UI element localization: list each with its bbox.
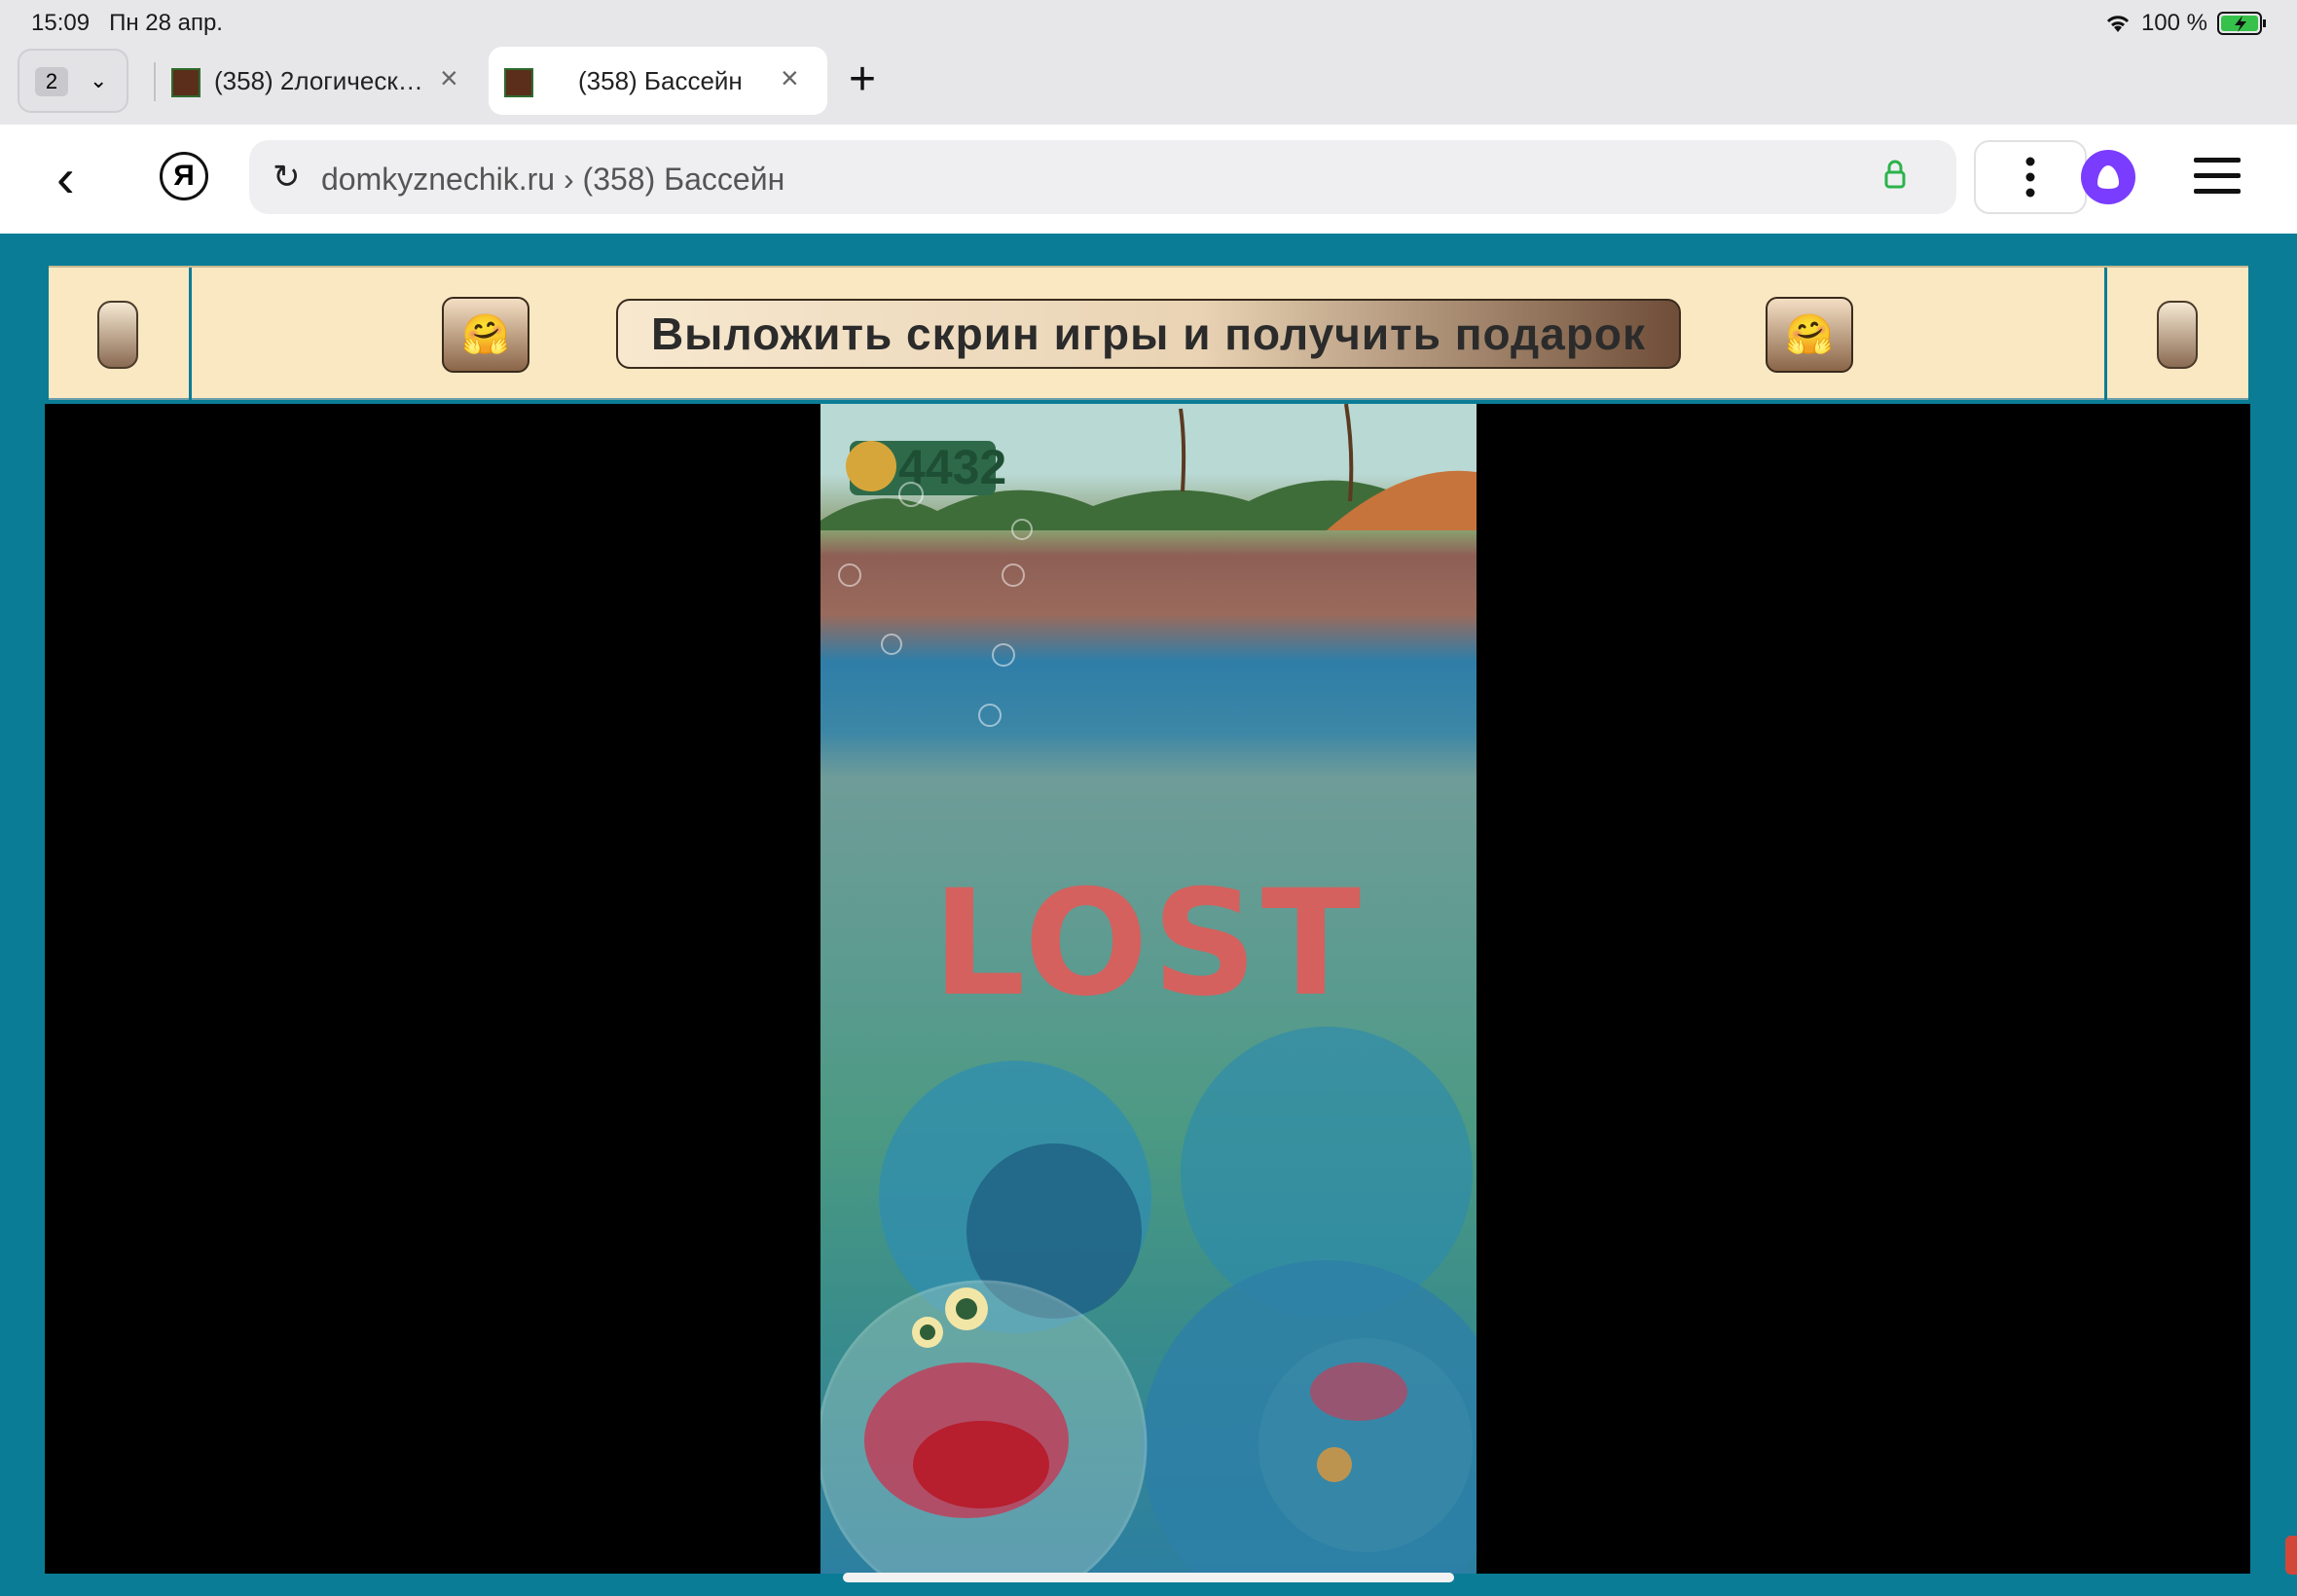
status-bar: 15:09 Пн 28 апр. 100 % — [0, 0, 2297, 45]
more-vertical-icon[interactable] — [1974, 140, 2087, 214]
tab-count-button[interactable]: 2 ⌄ — [18, 49, 128, 113]
banner-divider — [2104, 268, 2107, 400]
air-bubble — [1011, 519, 1033, 540]
air-bubble — [978, 704, 1002, 727]
screenshot-gift-button[interactable]: Выложить скрин игры и получить подарок — [616, 299, 1681, 369]
url-text[interactable]: domkyznechik.ru › (358) Бассейн — [321, 162, 784, 198]
tab-label: (358) 2логическ… — [214, 66, 423, 95]
wifi-icon — [2106, 16, 2130, 32]
battery-charging-icon — [2217, 12, 2266, 35]
close-icon[interactable]: × — [781, 60, 799, 96]
battery-percent: 100 % — [2140, 10, 2207, 36]
banner-pill-left — [97, 301, 138, 369]
lock-icon[interactable] — [1884, 160, 1906, 189]
tab-bar: 2 ⌄ (358) 2логическ… × (358) Бассейн × + — [0, 45, 2297, 125]
creature-bubbles — [820, 1027, 1477, 1574]
coin-icon — [846, 441, 896, 491]
home-indicator[interactable] — [843, 1573, 1454, 1582]
status-time: 15:09 Пн 28 апр. — [31, 10, 223, 36]
air-bubble — [1002, 563, 1025, 587]
browser-toolbar: ‹ Я ↻ domkyznechik.ru › (358) Бассейн — [0, 125, 2297, 234]
address-bar[interactable]: ↻ domkyznechik.ru › (358) Бассейн — [249, 140, 1956, 214]
promo-banner: 🤗 Выложить скрин игры и получить подарок… — [49, 266, 2248, 400]
favicon-icon — [171, 68, 201, 97]
chevron-down-icon: ⌄ — [90, 68, 108, 92]
air-bubble — [992, 643, 1015, 667]
chevron-left-icon[interactable]: ‹ — [56, 146, 75, 209]
tab-pool[interactable]: (358) Бассейн × — [489, 47, 827, 115]
lost-message: LOST — [931, 859, 1366, 1029]
tab-count: 2 — [35, 67, 68, 96]
status-right: 100 % — [2104, 10, 2268, 37]
banner-divider — [189, 268, 192, 400]
new-tab-icon[interactable]: + — [849, 53, 876, 106]
banner-pill-right — [2157, 301, 2198, 369]
hug-emoji-icon[interactable]: 🤗 — [1766, 297, 1853, 373]
edge-widget[interactable] — [2285, 1536, 2297, 1575]
air-bubble — [898, 482, 924, 507]
air-bubble — [838, 563, 861, 587]
hamburger-icon[interactable] — [2194, 158, 2241, 204]
alice-icon[interactable] — [2081, 150, 2135, 204]
status-date: Пн 28 апр. — [109, 10, 223, 36]
tab-label: (358) Бассейн — [578, 66, 743, 95]
favicon-icon — [504, 68, 533, 97]
close-icon[interactable]: × — [440, 60, 458, 96]
game-canvas[interactable]: 4432 LOST — [820, 404, 1477, 1574]
yandex-logo-icon[interactable]: Я — [160, 152, 208, 200]
air-bubble — [881, 634, 902, 655]
hug-emoji-icon[interactable]: 🤗 — [442, 297, 529, 373]
tab-logic[interactable]: (358) 2логическ… × — [156, 47, 477, 115]
reload-icon[interactable]: ↻ — [273, 158, 301, 197]
